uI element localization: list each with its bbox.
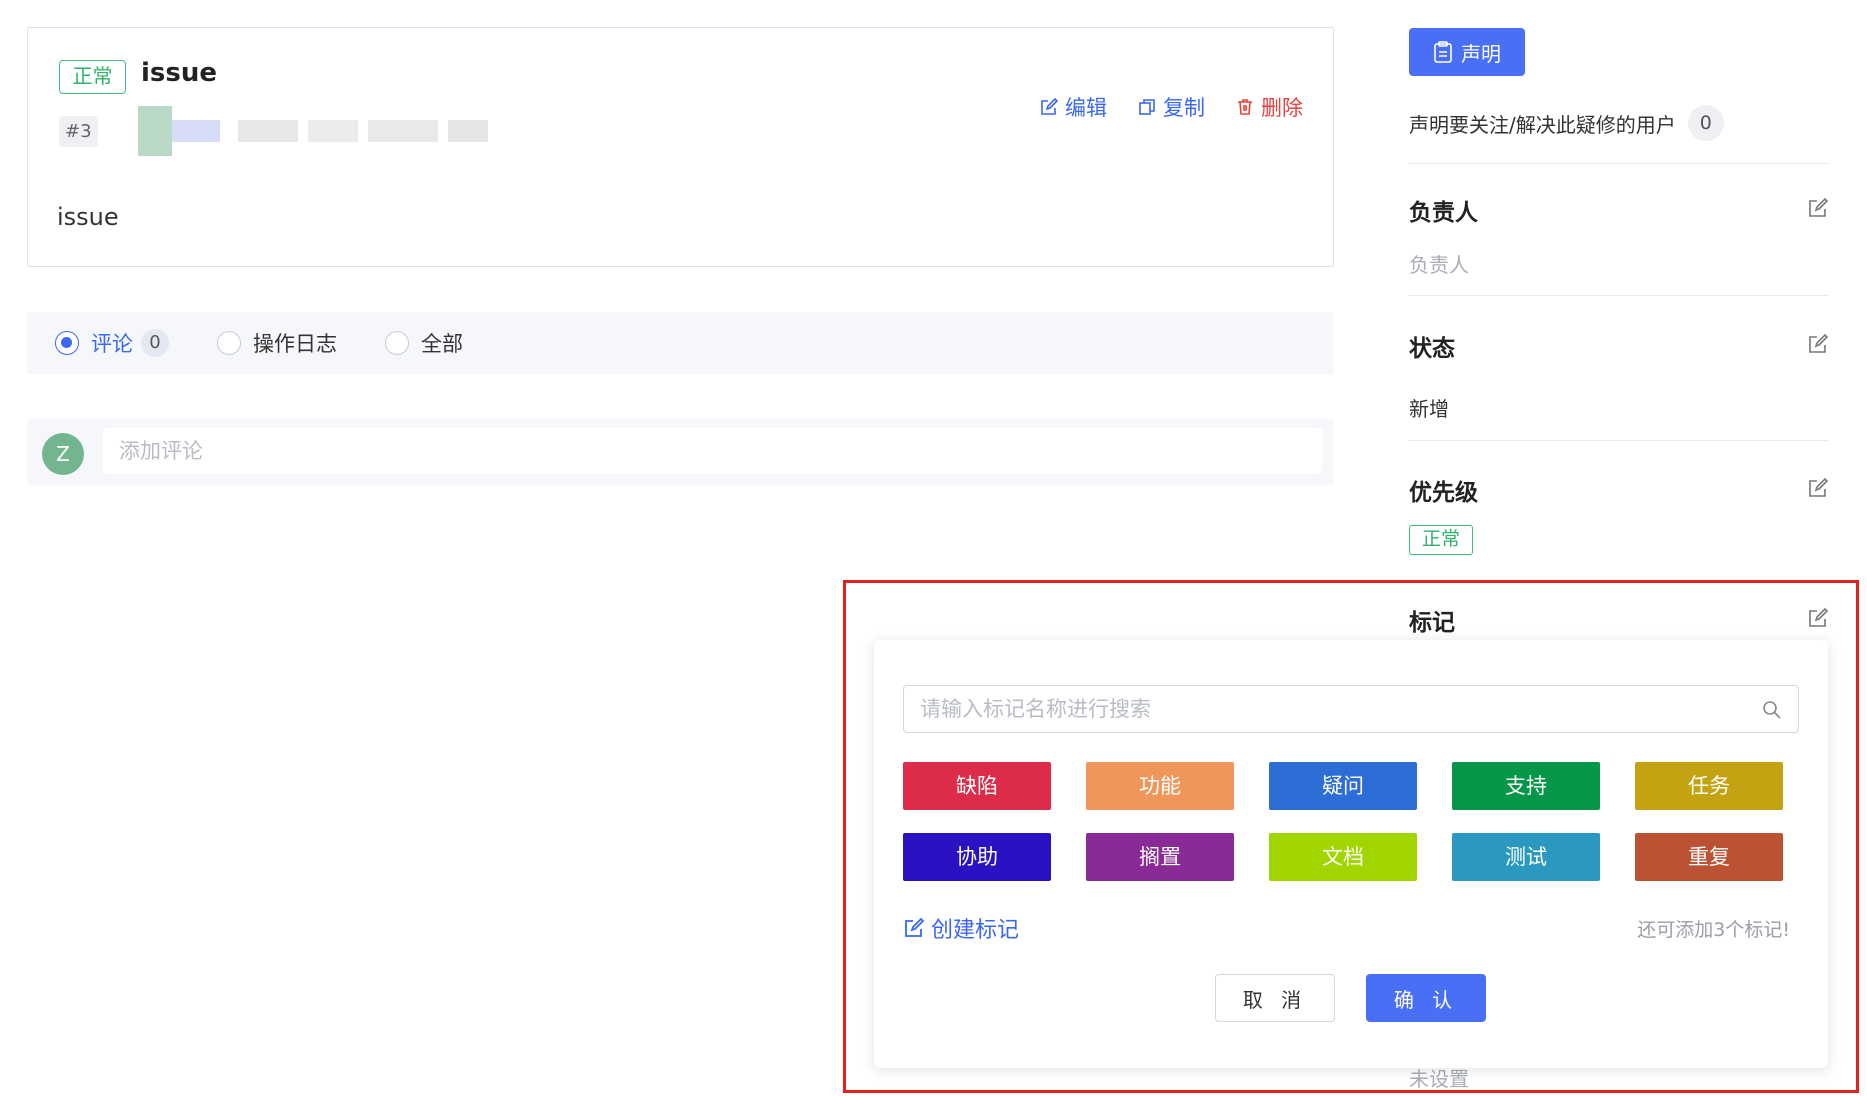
create-tag-link[interactable]: 创建标记 xyxy=(903,912,1019,944)
edit-icon xyxy=(905,917,925,937)
comment-composer: Z xyxy=(27,419,1334,485)
radio-icon xyxy=(217,331,241,355)
status-value: 新增 xyxy=(1409,397,1449,421)
tab-all[interactable]: 全部 xyxy=(385,328,463,358)
remaining-tags-hint: 还可添加3个标记! xyxy=(1637,919,1790,941)
tag-options: 缺陷 功能 疑问 支持 任务 协助 搁置 文档 测试 重复 xyxy=(903,762,1783,881)
comment-input[interactable] xyxy=(103,428,1322,474)
tag-option[interactable]: 疑问 xyxy=(1269,762,1417,810)
delete-label: 删除 xyxy=(1261,96,1303,120)
edit-button[interactable]: 编辑 xyxy=(1039,92,1107,122)
create-tag-label: 创建标记 xyxy=(931,918,1020,943)
status-title: 状态 xyxy=(1409,336,1455,362)
issue-card: 正常 issue #3 编辑 复制 删除 issue xyxy=(27,27,1334,267)
tab-all-label: 全部 xyxy=(421,332,463,356)
tag-option[interactable]: 任务 xyxy=(1635,762,1783,810)
tag-option[interactable]: 测试 xyxy=(1452,833,1600,881)
edit-label: 编辑 xyxy=(1065,96,1107,120)
confirm-button[interactable]: 确 认 xyxy=(1366,974,1486,1022)
declare-button[interactable]: 声明 xyxy=(1409,28,1525,76)
divider xyxy=(1409,440,1829,441)
issue-description: issue xyxy=(57,203,119,231)
tags-title: 标记 xyxy=(1409,610,1455,636)
tag-search-input[interactable] xyxy=(904,686,1798,732)
tag-option[interactable]: 重复 xyxy=(1635,833,1783,881)
edit-status-icon[interactable] xyxy=(1807,333,1829,355)
follow-users: 声明要关注/解决此疑修的用户 0 xyxy=(1409,105,1724,141)
assignee-title: 负责人 xyxy=(1409,200,1478,226)
priority-title: 优先级 xyxy=(1409,480,1478,506)
avatar: Z xyxy=(42,433,84,475)
cancel-button[interactable]: 取 消 xyxy=(1215,974,1335,1022)
delete-button[interactable]: 删除 xyxy=(1235,92,1303,122)
tag-option[interactable]: 支持 xyxy=(1452,762,1600,810)
trash-icon xyxy=(1238,99,1252,115)
tag-option[interactable]: 协助 xyxy=(903,833,1051,881)
tag-picker-popover: 缺陷 功能 疑问 支持 任务 协助 搁置 文档 测试 重复 创建标记 还可添加3… xyxy=(874,640,1828,1068)
priority-tag: 正常 xyxy=(59,60,126,94)
radio-icon xyxy=(385,331,409,355)
tag-option[interactable]: 功能 xyxy=(1086,762,1234,810)
edit-tags-icon[interactable] xyxy=(1807,607,1829,629)
tab-operation-log[interactable]: 操作日志 xyxy=(217,328,337,358)
tag-search-box xyxy=(903,685,1799,733)
tab-comments[interactable]: 评论 0 xyxy=(55,328,169,358)
divider xyxy=(1409,163,1829,164)
search-icon[interactable] xyxy=(1762,700,1782,720)
redacted-author-info xyxy=(138,106,528,156)
comment-count-badge: 0 xyxy=(141,329,169,357)
issue-number-badge: #3 xyxy=(59,116,98,147)
tab-comments-label: 评论 xyxy=(91,332,133,356)
clipboard-icon xyxy=(1434,41,1452,63)
follow-count-badge: 0 xyxy=(1687,105,1724,141)
tab-operation-log-label: 操作日志 xyxy=(253,332,337,356)
activity-tabs: 评论 0 操作日志 全部 xyxy=(27,312,1334,374)
copy-label: 复制 xyxy=(1163,96,1205,120)
issue-actions: 编辑 复制 删除 xyxy=(1039,92,1303,122)
copy-button[interactable]: 复制 xyxy=(1137,92,1205,122)
declare-label: 声明 xyxy=(1461,41,1501,66)
tag-option[interactable]: 搁置 xyxy=(1086,833,1234,881)
copy-icon xyxy=(1139,99,1155,115)
edit-icon xyxy=(1041,97,1059,115)
issue-title: issue xyxy=(141,58,218,88)
divider xyxy=(1409,295,1829,296)
tag-option[interactable]: 缺陷 xyxy=(903,762,1051,810)
tag-option[interactable]: 文档 xyxy=(1269,833,1417,881)
edit-assignee-icon[interactable] xyxy=(1807,197,1829,219)
edit-priority-icon[interactable] xyxy=(1807,477,1829,499)
priority-value-tag: 正常 xyxy=(1409,525,1473,555)
assignee-value: 负责人 xyxy=(1409,253,1469,277)
follow-text: 声明要关注/解决此疑修的用户 xyxy=(1409,112,1676,137)
radio-selected-icon xyxy=(55,331,79,355)
